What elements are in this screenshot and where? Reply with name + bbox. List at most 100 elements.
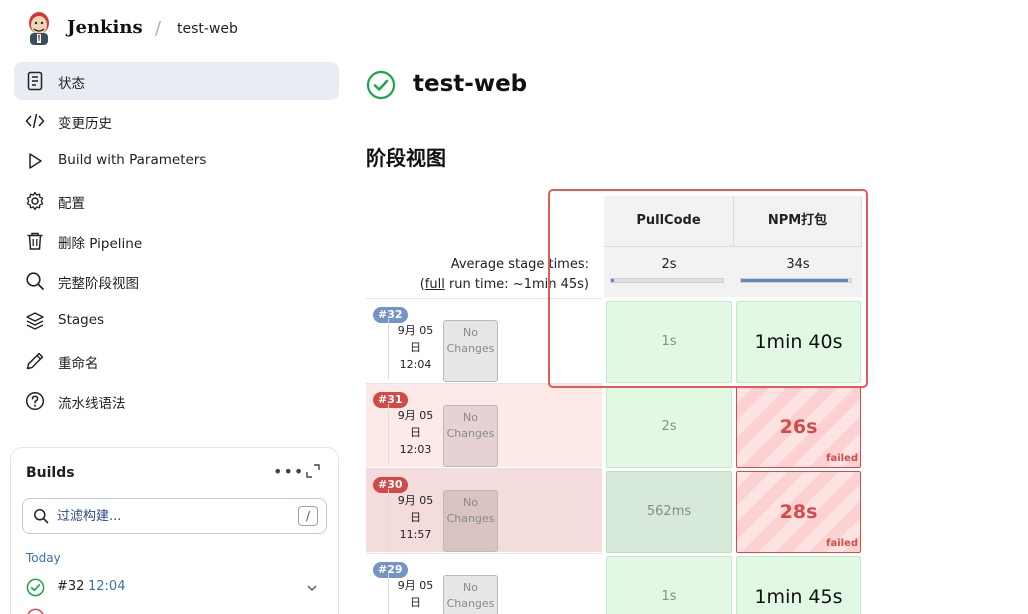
sidebar-item-configure[interactable]: 配置	[14, 182, 339, 220]
run-time: 11:57	[399, 528, 432, 541]
stage-cell[interactable]: 1min 45s	[736, 556, 861, 614]
stage-duration: 1min 45s	[754, 586, 843, 608]
more-options-icon[interactable]: •••	[273, 462, 304, 481]
stage-duration: 26s	[779, 416, 818, 438]
run-changes: No Changes	[443, 320, 498, 382]
run-changes-line: No	[463, 496, 478, 509]
run-date-line: 9月 05	[397, 324, 434, 337]
sidebar-item-rename[interactable]: 重命名	[14, 342, 339, 380]
sidebar-item-label: Build with Parameters	[58, 152, 207, 168]
full-run-time: (full run time: ~1min 45s)	[370, 277, 589, 292]
shortcut-hint: /	[298, 506, 318, 526]
run-changes-line: Changes	[446, 427, 495, 440]
sidebar-item-label: Stages	[58, 312, 105, 328]
avg-progress-track	[610, 278, 724, 283]
trash-icon	[27, 232, 43, 250]
sidebar-item-stages[interactable]: Stages	[14, 302, 339, 340]
run-date-line: 日	[410, 426, 421, 439]
success-icon	[26, 578, 45, 597]
run-date-line: 9月 05	[397, 579, 434, 592]
avg-time: 34s	[786, 257, 810, 272]
avg-cell-npm: 34s	[734, 246, 862, 297]
run-date: 9月 05 日 12:03	[388, 404, 442, 464]
sidebar-item-label: 流水线语法	[58, 396, 126, 412]
sidebar-item-build-with-parameters[interactable]: Build with Parameters	[14, 142, 339, 180]
run-row-29: #29 9月 05 日 No Changes	[366, 553, 602, 614]
pencil-icon	[26, 352, 44, 370]
expand-icon[interactable]	[305, 463, 321, 479]
top-header: Jenkins / test-web	[0, 0, 1028, 58]
stage-cell-failed[interactable]: 26s failed	[736, 386, 861, 468]
full-link[interactable]: full	[425, 277, 445, 292]
layers-icon	[26, 312, 44, 330]
sidebar-item-pipeline-syntax[interactable]: 流水线语法	[14, 382, 339, 420]
sidebar-item-label: 删除 Pipeline	[58, 236, 143, 252]
avg-progress-fill	[741, 279, 848, 282]
run-time: 12:03	[399, 443, 432, 456]
stage-cell[interactable]: 2s	[606, 386, 732, 468]
stage-cell-failed[interactable]: 28s failed	[736, 471, 861, 553]
stage-view-title: 阶段视图	[366, 146, 446, 170]
jenkins-brand[interactable]: Jenkins	[67, 17, 143, 38]
run-date: 9月 05 日 11:57	[388, 489, 442, 549]
breadcrumb-job[interactable]: test-web	[177, 21, 238, 37]
sidebar-item-delete-pipeline[interactable]: 删除 Pipeline	[14, 222, 339, 260]
breadcrumb-separator: /	[155, 18, 162, 39]
stage-duration: 1s	[661, 589, 677, 604]
filter-builds-input[interactable]	[57, 507, 277, 525]
run-changes: No Changes	[443, 490, 498, 552]
run-changes-line: No	[463, 411, 478, 424]
run-changes: No Changes	[443, 405, 498, 467]
sidebar-item-label: 重命名	[58, 356, 99, 372]
sidebar-item-full-stage-view[interactable]: 完整阶段视图	[14, 262, 339, 300]
success-icon	[366, 70, 396, 100]
stage-cell[interactable]: 1s	[606, 301, 732, 383]
stage-duration: 562ms	[646, 504, 692, 519]
sidebar-item-label: 配置	[58, 196, 85, 212]
build-number[interactable]: #32	[57, 579, 84, 594]
avg-progress-fill	[611, 279, 615, 282]
run-date-line: 日	[410, 341, 421, 354]
stage-cell[interactable]: 1s	[606, 556, 732, 614]
failed-tag: failed	[826, 538, 858, 549]
average-stage-times-label: Average stage times:	[450, 257, 589, 272]
play-icon	[29, 153, 42, 169]
page-title: test-web	[413, 71, 528, 97]
stage-duration: 2s	[661, 419, 677, 434]
stage-duration: 1min 40s	[754, 331, 843, 353]
run-date-line: 日	[410, 596, 421, 609]
gear-icon	[26, 191, 44, 211]
run-changes-line: Changes	[446, 342, 495, 355]
sidebar-item-changes[interactable]: 变更历史	[14, 102, 339, 140]
run-date: 9月 05 日	[388, 574, 442, 614]
run-changes-line: No	[463, 326, 478, 339]
chevron-down-icon[interactable]	[306, 582, 318, 594]
stage-cell[interactable]: 562ms	[606, 471, 732, 553]
avg-time: 2s	[661, 257, 677, 272]
failure-icon	[27, 608, 44, 614]
builds-group-today: Today	[26, 551, 61, 565]
filter-builds-field[interactable]: /	[22, 498, 327, 534]
run-time: 12:04	[399, 358, 432, 371]
stage-duration: 1s	[661, 334, 677, 349]
run-row-32: #32 9月 05 日 12:04 No Changes	[366, 298, 602, 382]
stage-cell[interactable]: 1min 40s	[736, 301, 861, 383]
run-changes-line: Changes	[446, 597, 495, 610]
full-run-suffix: run time: ~1min 45s)	[444, 277, 589, 292]
builds-title: Builds	[26, 465, 75, 481]
search-icon	[34, 509, 49, 524]
avg-progress-track	[740, 278, 852, 283]
document-icon	[27, 71, 43, 91]
stage-header-npm: NPM打包	[734, 196, 862, 246]
stage-header-pullcode: PullCode	[604, 196, 734, 246]
build-time: 12:04	[88, 579, 126, 594]
sidebar-item-status[interactable]: 状态	[14, 62, 339, 100]
help-icon	[25, 391, 45, 411]
run-row-30: #30 9月 05 日 11:57 No Changes	[366, 468, 602, 552]
stage-duration: 28s	[779, 501, 818, 523]
run-date-line: 9月 05	[397, 409, 434, 422]
build-row[interactable]: #32 12:04	[26, 577, 326, 599]
jenkins-logo-icon[interactable]	[24, 11, 54, 47]
avg-cell-pullcode: 2s	[604, 246, 734, 297]
builds-panel: Builds ••• / Today #32 12:04	[10, 447, 339, 614]
